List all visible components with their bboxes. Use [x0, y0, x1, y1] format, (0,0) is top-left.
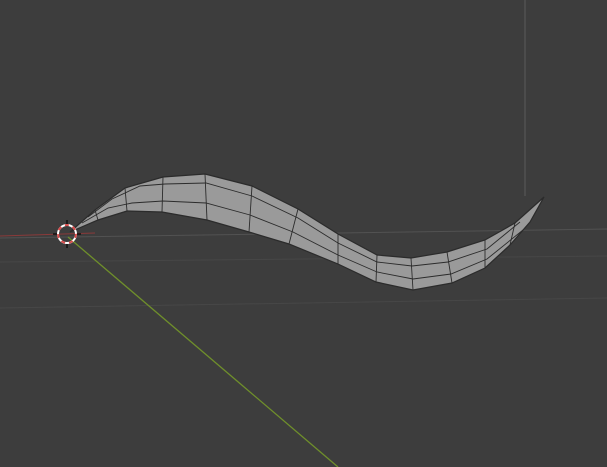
viewport-scene[interactable]: [0, 0, 607, 467]
curved-horn-mesh[interactable]: [69, 173, 545, 291]
3d-viewport[interactable]: [0, 0, 607, 467]
grid-line: [0, 297, 607, 309]
y-axis-line: [67, 236, 339, 467]
mesh-body[interactable]: [69, 173, 545, 291]
